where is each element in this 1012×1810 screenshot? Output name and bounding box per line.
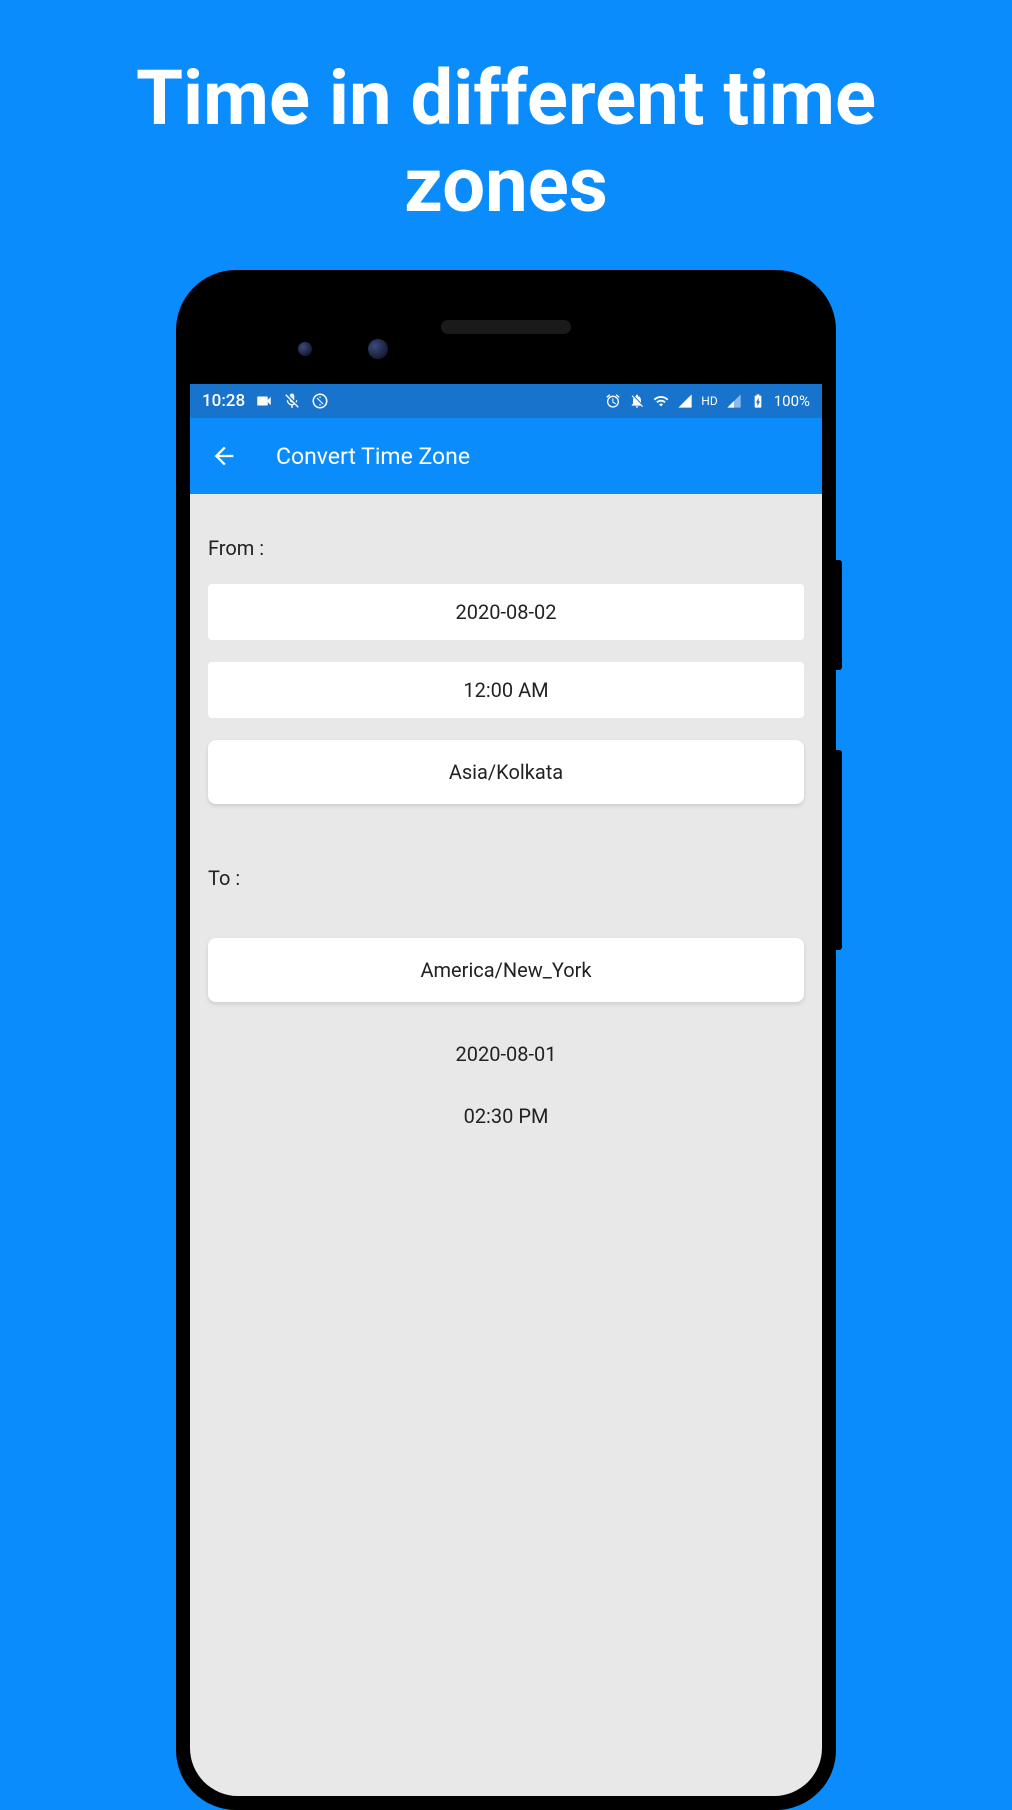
from-time-field[interactable]: 12:00 AM [208,662,804,718]
content-area: From : 2020-08-02 12:00 AM Asia/Kolkata … [190,494,822,1796]
phone-side-button [836,750,842,950]
battery-percent: 100% [774,392,810,410]
battery-icon [750,393,766,409]
phone-side-button [836,560,842,670]
video-icon [255,392,273,410]
mic-off-icon [283,392,301,410]
signal-icon [677,393,693,409]
result-time: 02:30 PM [208,1104,804,1128]
promo-title: Time in different time zones [0,0,1012,230]
phone-speaker [441,320,571,334]
status-bar: 10:28 HD 100% [190,384,822,418]
phone-camera [368,339,388,359]
signal-icon-2 [726,393,742,409]
status-time: 10:28 [202,391,245,411]
wifi-icon [653,393,669,409]
from-label: From : [208,536,804,560]
to-label: To : [208,866,804,890]
hd-label: HD [701,394,717,408]
phone-frame: 10:28 HD 100% Convert [176,270,836,1810]
app-screen: 10:28 HD 100% Convert [190,384,822,1796]
app-bar-title: Convert Time Zone [276,443,470,470]
app-bar: Convert Time Zone [190,418,822,494]
to-zone-field[interactable]: America/New_York [208,938,804,1002]
notification-off-icon [629,393,645,409]
result-date: 2020-08-01 [208,1042,804,1066]
phone-camera [298,342,312,356]
from-zone-field[interactable]: Asia/Kolkata [208,740,804,804]
back-arrow-icon[interactable] [210,442,238,470]
from-date-field[interactable]: 2020-08-02 [208,584,804,640]
sync-off-icon [311,392,329,410]
alarm-icon [605,393,621,409]
